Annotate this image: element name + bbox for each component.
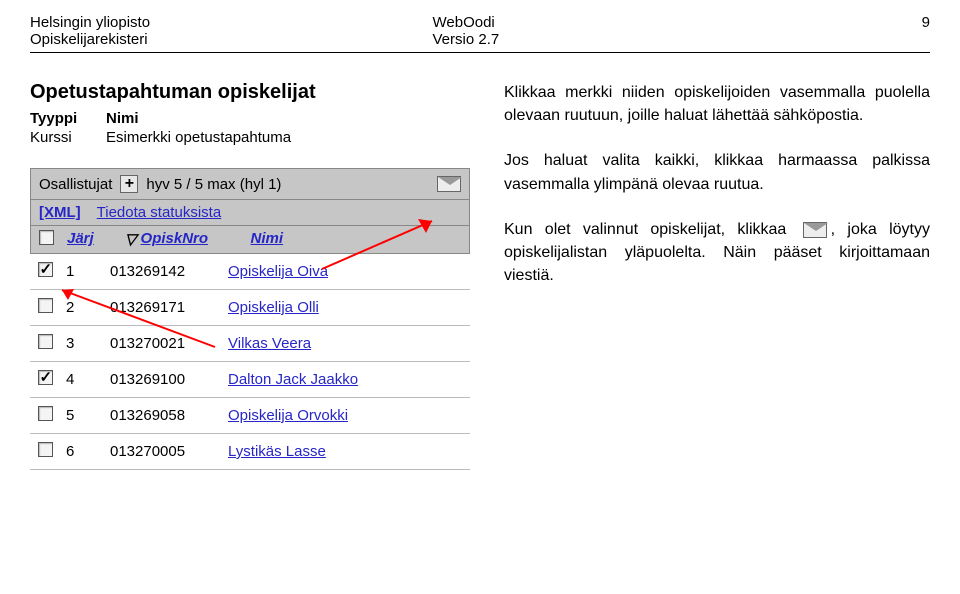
section-title: Opetustapahtuman opiskelijat (30, 81, 470, 104)
page-header: Helsingin yliopisto Opiskelijarekisteri … (30, 14, 930, 48)
header-center-line2: Versio 2.7 (433, 31, 500, 48)
paragraph-1: Klikkaa merkki niiden opiskelijoiden vas… (504, 81, 930, 127)
row-index: 1 (60, 254, 104, 290)
sub-toolbar: [XML] Tiedota statuksista (30, 200, 470, 226)
row-name-link[interactable]: Lystikäs Lasse (228, 443, 326, 460)
row-index: 5 (60, 398, 104, 434)
row-id: 013269058 (104, 398, 222, 434)
row-id: 013269142 (104, 254, 222, 290)
participants-label: Osallistujat (39, 176, 112, 193)
table-row: 6013270005 Lystikäs Lasse (30, 434, 470, 470)
table-row: 2013269171 Opiskelija Olli (30, 290, 470, 326)
col-opisnro[interactable]: OpiskNro (141, 230, 247, 249)
table-row: 1013269142 Opiskelija Oiva (30, 254, 470, 290)
mail-icon-inline (803, 222, 827, 238)
participants-count: hyv 5 / 5 max (hyl 1) (146, 176, 281, 193)
row-name-link[interactable]: Vilkas Veera (228, 335, 311, 352)
mail-icon[interactable] (437, 176, 461, 192)
type-label: Tyyppi (30, 110, 92, 127)
header-left-line2: Opiskelijarekisteri (30, 31, 150, 48)
row-id: 013269100 (104, 362, 222, 398)
row-name-link[interactable]: Opiskelija Orvokki (228, 407, 348, 424)
row-checkbox[interactable] (38, 262, 53, 277)
para3-part-a: Kun olet valinnut opiskelijat, klikkaa (504, 221, 786, 238)
row-name-link[interactable]: Dalton Jack Jaakko (228, 371, 358, 388)
screenshot-panel: Opetustapahtuman opiskelijat Tyyppi Nimi… (30, 81, 470, 470)
row-name-link[interactable]: Opiskelija Olli (228, 299, 319, 316)
row-index: 6 (60, 434, 104, 470)
xml-link[interactable]: [XML] (39, 204, 81, 221)
row-id: 013270021 (104, 326, 222, 362)
page-number: 9 (922, 14, 930, 48)
row-checkbox[interactable] (38, 370, 53, 385)
row-checkbox[interactable] (38, 406, 53, 421)
name-label: Nimi (106, 110, 168, 127)
table-row: 4013269100 Dalton Jack Jaakko (30, 362, 470, 398)
name-value: Esimerkki opetustapahtuma (106, 129, 291, 146)
select-all-checkbox[interactable] (39, 230, 54, 245)
row-name-link[interactable]: Opiskelija Oiva (228, 263, 328, 280)
row-index: 3 (60, 326, 104, 362)
participants-table: 1013269142 Opiskelija Oiva 2013269171 Opisk… (30, 254, 470, 470)
table-row: 5013269058 Opiskelija Orvokki (30, 398, 470, 434)
toolbar: Osallistujat + hyv 5 / 5 max (hyl 1) (30, 168, 470, 200)
header-rule (30, 52, 930, 53)
row-id: 013270005 (104, 434, 222, 470)
row-checkbox[interactable] (38, 442, 53, 457)
type-value: Kurssi (30, 129, 92, 146)
status-link[interactable]: Tiedota statuksista (97, 204, 222, 221)
expand-icon[interactable]: + (120, 175, 138, 193)
row-checkbox[interactable] (38, 334, 53, 349)
header-center-line1: WebOodi (433, 14, 500, 31)
col-nimi[interactable]: Nimi (251, 230, 284, 249)
row-checkbox[interactable] (38, 298, 53, 313)
list-header: Järj ▽ OpiskNro Nimi (30, 226, 470, 254)
paragraph-2: Jos haluat valita kaikki, klikkaa harmaa… (504, 149, 930, 195)
col-jarj[interactable]: Järj (67, 230, 121, 249)
table-row: 3013270021 Vilkas Veera (30, 326, 470, 362)
row-index: 2 (60, 290, 104, 326)
header-left-line1: Helsingin yliopisto (30, 14, 150, 31)
instruction-text: Klikkaa merkki niiden opiskelijoiden vas… (470, 81, 930, 470)
row-id: 013269171 (104, 290, 222, 326)
paragraph-3: Kun olet valinnut opiskelijat, klikkaa ,… (504, 218, 930, 288)
row-index: 4 (60, 362, 104, 398)
